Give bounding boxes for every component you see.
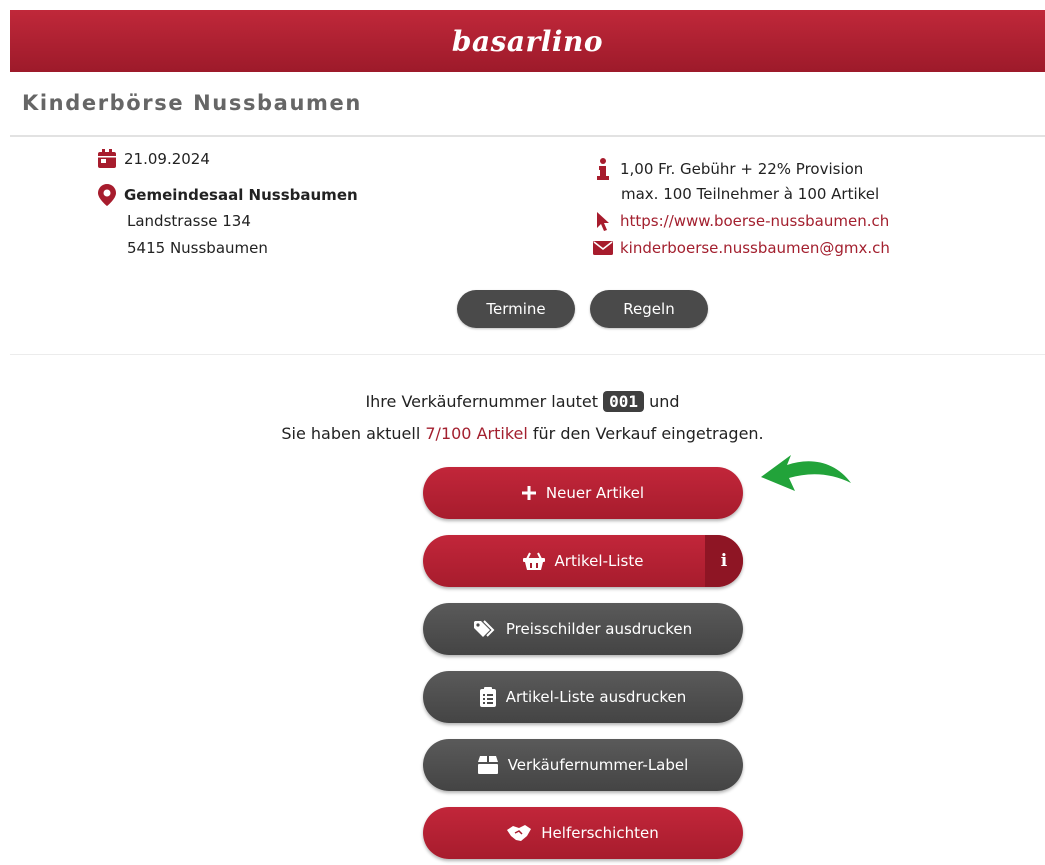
print-tags-button[interactable]: Preisschilder ausdrucken [423, 603, 743, 655]
new-article-button[interactable]: Neuer Artikel [423, 467, 743, 519]
tags-icon [473, 620, 496, 638]
print-list-label: Artikel-Liste ausdrucken [505, 688, 687, 706]
seller-number-line: Ihre Verkäufernummer lautet 001 und [0, 391, 1045, 412]
envelope-icon [592, 237, 614, 259]
basarlino-logo[interactable]: basarlino [452, 25, 603, 58]
website-row: https://www.boerse-nussbaumen.ch [592, 210, 889, 232]
print-list-button[interactable]: Artikel-Liste ausdrucken [423, 671, 743, 723]
venue-street: Landstrasse 134 [127, 212, 251, 230]
cursor-icon [592, 210, 614, 232]
regeln-button[interactable]: Regeln [590, 290, 708, 328]
venue-row: Gemeindesaal Nussbaumen [96, 184, 358, 206]
info-icon [592, 158, 614, 180]
event-date-row: 21.09.2024 [96, 148, 210, 170]
helper-shifts-button[interactable]: Helferschichten [423, 807, 743, 859]
map-pin-icon [96, 184, 118, 206]
print-tags-label: Preisschilder ausdrucken [505, 620, 693, 638]
app-header: basarlino [10, 10, 1045, 72]
fee-text: 1,00 Fr. Gebühr + 22% Provision [620, 160, 864, 178]
seller-label-label: Verkäufernummer-Label [507, 756, 689, 774]
venue-city: 5415 Nussbaumen [127, 239, 268, 257]
email-row: kinderboerse.nussbaumen@gmx.ch [592, 237, 890, 259]
handshake-icon [507, 824, 532, 842]
fee-row: 1,00 Fr. Gebühr + 22% Provision [592, 158, 863, 180]
divider [10, 135, 1045, 137]
green-arrow-icon [755, 445, 855, 499]
venue-name: Gemeindesaal Nussbaumen [124, 186, 358, 204]
box-icon [477, 756, 498, 774]
article-list-label: Artikel-Liste [554, 552, 644, 570]
event-title: Kinderbörse Nussbaumen [22, 91, 362, 115]
helper-shifts-label: Helferschichten [541, 824, 659, 842]
divider [10, 354, 1045, 355]
article-count-suffix: für den Verkauf eingetragen. [532, 424, 764, 443]
clipboard-icon [479, 687, 496, 707]
article-list-button[interactable]: Artikel-Liste i [423, 535, 743, 587]
plus-icon [521, 486, 536, 500]
seller-number-suffix: und [649, 392, 680, 411]
basket-icon [522, 552, 545, 570]
limits-text: max. 100 Teilnehmer à 100 Artikel [621, 185, 880, 203]
article-count-prefix: Sie haben aktuell [281, 424, 421, 443]
email-link[interactable]: kinderboerse.nussbaumen@gmx.ch [620, 239, 890, 257]
new-article-label: Neuer Artikel [545, 484, 645, 502]
seller-number-prefix: Ihre Verkäufernummer lautet [365, 392, 599, 411]
article-count: 7/100 Artikel [425, 424, 528, 443]
event-date: 21.09.2024 [124, 150, 210, 168]
seller-number-badge: 001 [603, 391, 645, 412]
calendar-icon [96, 148, 118, 170]
website-link[interactable]: https://www.boerse-nussbaumen.ch [620, 212, 889, 230]
article-count-line: Sie haben aktuell 7/100 Artikel für den … [0, 424, 1045, 443]
article-list-info-button[interactable]: i [705, 535, 743, 587]
seller-label-button[interactable]: Verkäufernummer-Label [423, 739, 743, 791]
termine-button[interactable]: Termine [457, 290, 575, 328]
